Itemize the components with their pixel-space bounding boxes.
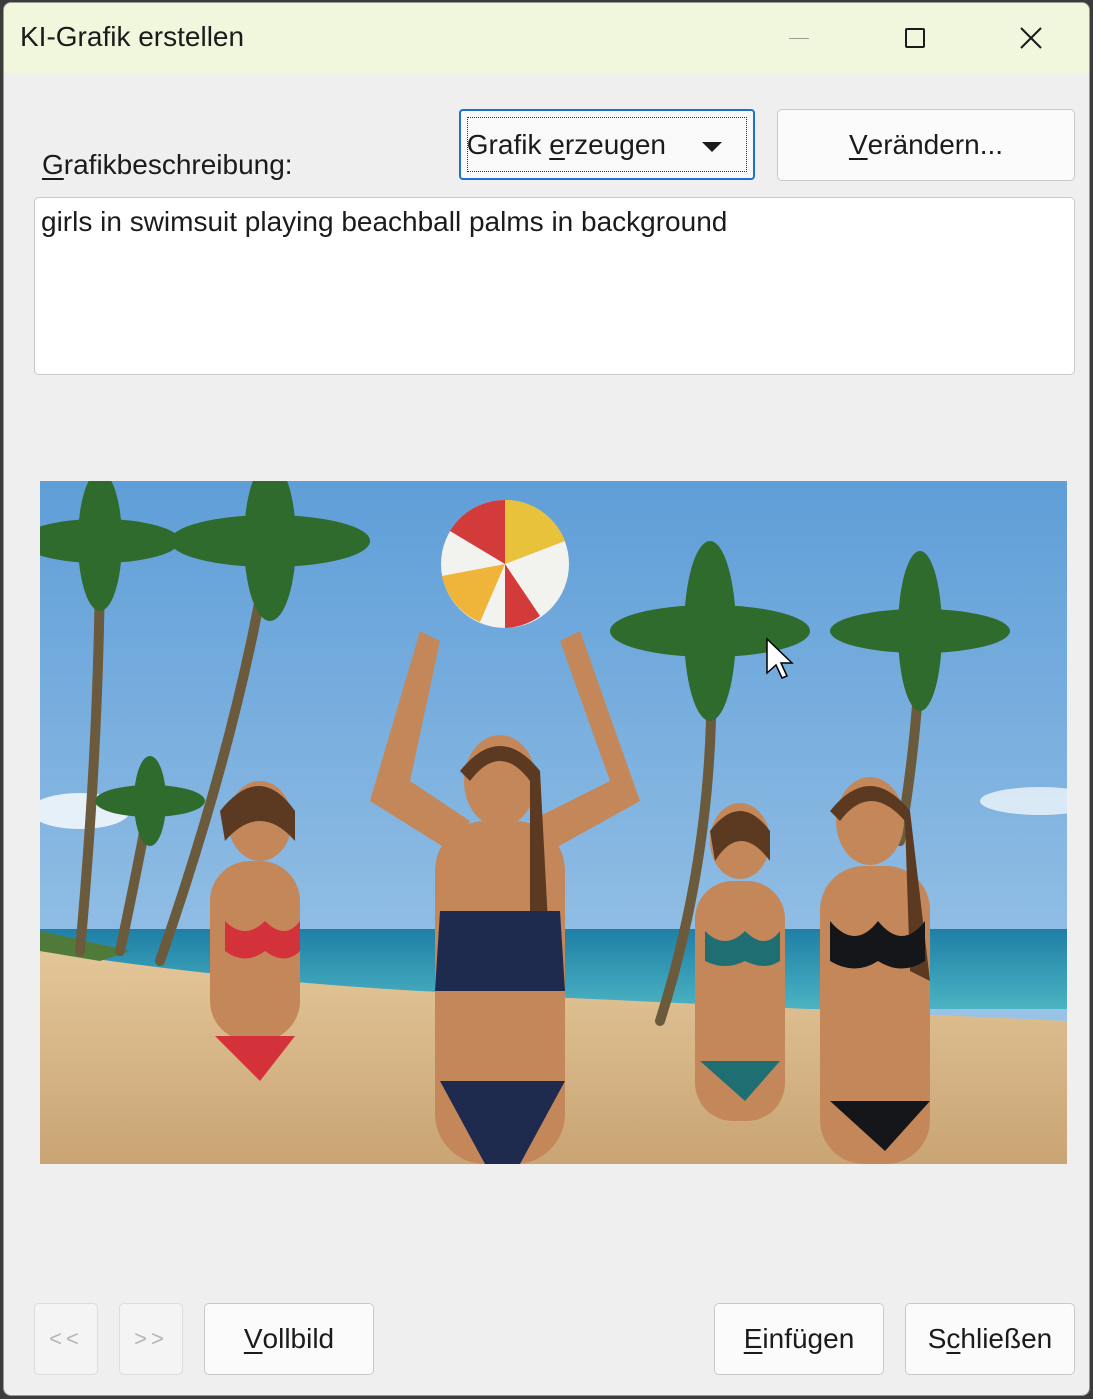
minimize-button[interactable]: [741, 3, 857, 73]
close-window-button[interactable]: [973, 3, 1089, 73]
preview-image: [40, 481, 1067, 1164]
close-button[interactable]: Sc hließen: [905, 1303, 1075, 1375]
close-mnemonic: c: [946, 1323, 961, 1354]
description-label-mnemonic: G: [42, 149, 64, 180]
description-textarea[interactable]: girls in swimsuit playing beachball palm…: [34, 197, 1075, 375]
beach-scene-image: [40, 481, 1067, 1164]
insert-label: infügen: [762, 1323, 855, 1354]
change-button[interactable]: Verändern...: [777, 109, 1075, 181]
fullscreen-label: ollbild: [262, 1323, 335, 1354]
close-icon: [1020, 27, 1042, 49]
mode-select-value-mnemonic: e: [549, 129, 565, 160]
previous-button[interactable]: <<: [34, 1303, 98, 1375]
title-bar[interactable]: KI-Grafik erstellen: [4, 3, 1089, 73]
dialog-window: KI-Grafik erstellen Grafikbeschreibung: …: [3, 2, 1090, 1396]
mode-select-value: Grafik erzeugen: [467, 129, 666, 161]
next-button[interactable]: >>: [119, 1303, 183, 1375]
insert-mnemonic: E: [743, 1323, 763, 1354]
beachball: [441, 499, 569, 628]
maximize-icon: [905, 28, 925, 48]
fullscreen-button[interactable]: Vollbild: [204, 1303, 374, 1375]
chevron-down-icon[interactable]: [702, 142, 722, 152]
mode-select[interactable]: Grafik erzeugen: [459, 109, 755, 180]
fullscreen-mnemonic: V: [243, 1323, 263, 1354]
close-label-pre: S: [927, 1323, 947, 1354]
window-title: KI-Grafik erstellen: [20, 21, 245, 52]
mode-select-focus-rect: Grafik erzeugen: [467, 117, 747, 172]
close-label: hließen: [960, 1323, 1053, 1354]
mode-select-value-post: rzeugen: [564, 129, 666, 160]
change-button-label: erändern...: [867, 129, 1004, 160]
description-text: girls in swimsuit playing beachball palm…: [41, 206, 728, 237]
mode-select-value-pre: Grafik: [467, 129, 550, 160]
insert-button[interactable]: Einfügen: [714, 1303, 884, 1375]
description-label-text: rafikbeschreibung:: [63, 149, 293, 180]
maximize-button[interactable]: [857, 3, 973, 73]
minimize-icon: [789, 37, 809, 39]
description-label: Grafikbeschreibung:: [42, 149, 293, 181]
change-button-mnemonic: V: [848, 129, 868, 160]
